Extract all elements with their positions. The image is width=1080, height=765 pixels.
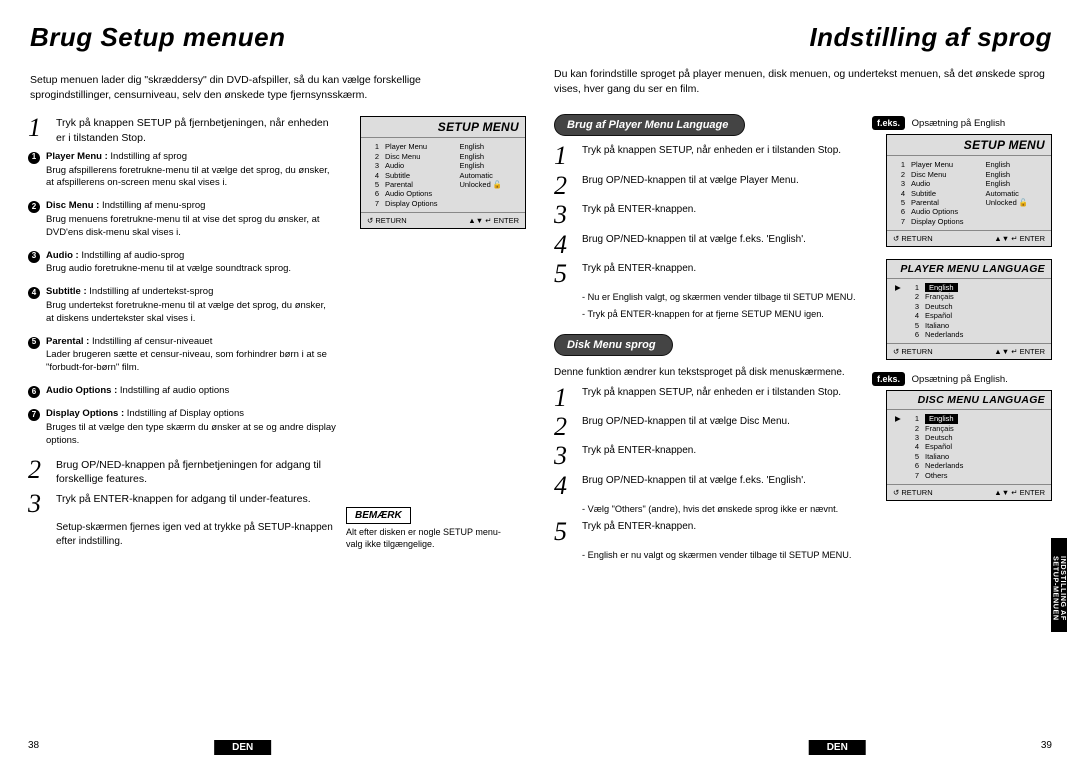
disc-menu-language-card: DISC MENU LANGUAGE▶ 1English 2Français 3… [886, 390, 1052, 501]
page-number: 38 [28, 740, 39, 751]
lang-tag: DEN [809, 740, 866, 755]
intro-right: Du kan forindstille sproget på player me… [554, 67, 1052, 96]
bullet-num: 1 [28, 152, 40, 164]
setup-menu-card: SETUP MENU1Player MenuEnglish2Disc MenuE… [886, 134, 1052, 247]
section-pill: Brug af Player Menu Language [554, 114, 745, 136]
remark-note: Alt efter disken er nogle SETUP menu-val… [346, 527, 516, 550]
lang-tag: DEN [214, 740, 271, 755]
player-menu-language-card: PLAYER MENU LANGUAGE▶ 1English 2Français… [886, 259, 1052, 360]
feks-badge: f.eks. [872, 116, 905, 130]
setup-menu-card: SETUP MENU1Player MenuEnglish2Disc MenuE… [360, 116, 526, 229]
feature-list: 1 Player Menu : Indstilling af sprog Bru… [28, 151, 336, 448]
page-title-right: Indstilling af sprog [554, 22, 1052, 53]
page-title-left: Brug Setup menuen [30, 22, 526, 53]
step-num: 1 [28, 116, 56, 144]
side-tab: INDSTILLING AF SETUP-MENUEN [1051, 538, 1067, 632]
remark-label: BEMÆRK [346, 507, 411, 524]
intro-left: Setup menuen lader dig "skræddersy" din … [30, 73, 490, 102]
page-number: 39 [1041, 740, 1052, 751]
step-text: Tryk på knappen SETUP på fjernbetjeninge… [56, 116, 336, 144]
section-pill: Disk Menu sprog [554, 334, 673, 356]
feks-badge: f.eks. [872, 372, 905, 386]
